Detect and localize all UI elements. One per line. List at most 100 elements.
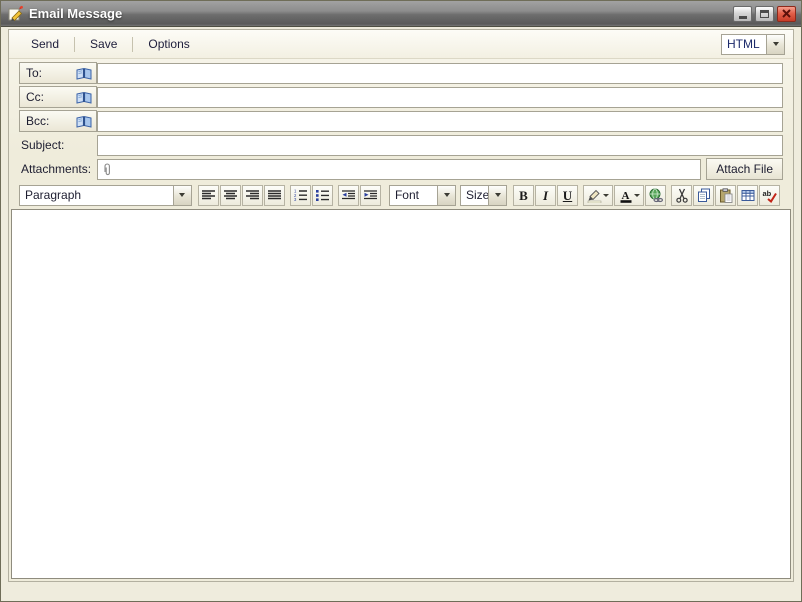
justify-icon — [268, 190, 281, 201]
close-button[interactable] — [777, 6, 796, 22]
font-select[interactable]: Font — [389, 185, 456, 206]
formatting-toolbar: Paragraph — [9, 182, 793, 208]
send-button[interactable]: Send — [19, 33, 71, 55]
outdent-button[interactable] — [338, 185, 359, 206]
chevron-down-icon[interactable] — [766, 35, 784, 54]
to-addressbook-button[interactable]: To: — [19, 62, 97, 84]
insert-link-globe-icon — [648, 188, 663, 203]
svg-text:ab: ab — [763, 189, 772, 198]
copy-icon — [697, 188, 711, 203]
insert-table-button[interactable] — [737, 185, 758, 206]
bcc-input[interactable] — [97, 111, 783, 132]
highlight-icon — [587, 188, 602, 203]
maximize-icon — [760, 10, 769, 18]
insert-link-button[interactable] — [645, 185, 666, 206]
bcc-row: Bcc: — [19, 110, 783, 132]
to-label: To: — [26, 66, 42, 80]
options-button[interactable]: Options — [136, 33, 201, 55]
maximize-button[interactable] — [755, 6, 774, 22]
paste-button[interactable] — [715, 185, 736, 206]
to-row: To: — [19, 62, 783, 84]
minimize-button[interactable] — [733, 6, 752, 22]
attachments-label: Attachments: — [19, 162, 97, 176]
paragraph-style-select[interactable]: Paragraph — [19, 185, 192, 206]
indent-group — [338, 185, 381, 206]
subject-row: Subject: — [19, 134, 783, 156]
bold-icon: B — [519, 189, 528, 202]
font-color-button[interactable]: A — [614, 185, 644, 206]
attachments-input[interactable] — [97, 159, 701, 180]
list-group: 1 2 3 — [290, 185, 333, 206]
cc-row: Cc: — [19, 86, 783, 108]
address-book-icon — [76, 115, 92, 128]
paste-clipboard-icon — [719, 188, 733, 203]
subject-input[interactable] — [97, 135, 783, 156]
copy-button[interactable] — [693, 185, 714, 206]
italic-icon: I — [543, 189, 548, 202]
client-area: Send Save Options HTML To: — [8, 29, 794, 582]
cc-input[interactable] — [97, 87, 783, 108]
address-book-icon — [76, 91, 92, 104]
numbered-list-icon: 1 2 3 — [294, 189, 307, 201]
attach-file-button[interactable]: Attach File — [706, 158, 783, 180]
align-right-button[interactable] — [242, 185, 263, 206]
table-icon — [741, 189, 755, 202]
toolbar-separator — [74, 37, 75, 52]
minimize-icon — [739, 16, 747, 19]
chevron-down-icon — [634, 194, 640, 197]
bullet-list-button[interactable] — [312, 185, 333, 206]
close-icon — [782, 9, 791, 18]
email-message-window: Email Message Send Save Options HTML — [0, 0, 802, 602]
font-size-value: Size — [461, 188, 488, 202]
bold-button[interactable]: B — [513, 185, 534, 206]
save-button[interactable]: Save — [78, 33, 129, 55]
address-book-icon — [76, 67, 92, 80]
bcc-label: Bcc: — [26, 114, 49, 128]
font-select-value: Font — [390, 188, 437, 202]
chevron-down-icon — [603, 194, 609, 197]
highlight-color-button[interactable] — [583, 185, 613, 206]
alignment-group — [198, 185, 285, 206]
paragraph-style-value: Paragraph — [20, 188, 173, 202]
titlebar[interactable]: Email Message — [1, 1, 801, 27]
bcc-addressbook-button[interactable]: Bcc: — [19, 110, 97, 132]
style-group: B I U — [513, 185, 578, 206]
align-left-icon — [202, 190, 215, 201]
italic-button[interactable]: I — [535, 185, 556, 206]
main-toolbar: Send Save Options HTML — [9, 30, 793, 59]
outdent-icon — [342, 190, 355, 201]
spell-check-icon: ab — [762, 188, 777, 203]
chevron-down-icon[interactable] — [437, 186, 455, 205]
cc-addressbook-button[interactable]: Cc: — [19, 86, 97, 108]
toolbar-separator — [132, 37, 133, 52]
message-body-editor[interactable] — [11, 209, 791, 579]
chevron-down-icon[interactable] — [173, 186, 191, 205]
attachments-row: Attachments: Attach File — [19, 158, 783, 180]
format-select[interactable]: HTML — [721, 34, 785, 55]
window-controls — [733, 6, 796, 22]
paperclip-icon — [102, 163, 113, 177]
font-size-select[interactable]: Size — [460, 185, 507, 206]
align-center-button[interactable] — [220, 185, 241, 206]
to-input[interactable] — [97, 63, 783, 84]
header-fields: To: Cc: — [9, 59, 793, 182]
chevron-down-icon[interactable] — [488, 186, 506, 205]
window-title: Email Message — [29, 6, 733, 21]
clipboard-group: ab — [671, 185, 780, 206]
cc-label: Cc: — [26, 90, 44, 104]
cut-button[interactable] — [671, 185, 692, 206]
justify-button[interactable] — [264, 185, 285, 206]
font-color-icon: A — [619, 188, 633, 203]
spell-check-button[interactable]: ab — [759, 185, 780, 206]
align-center-icon — [224, 190, 237, 201]
indent-icon — [364, 190, 377, 201]
color-group: A — [583, 185, 666, 206]
numbered-list-button[interactable]: 1 2 3 — [290, 185, 311, 206]
compose-pencil-icon — [7, 5, 24, 22]
indent-button[interactable] — [360, 185, 381, 206]
bullet-list-icon — [316, 189, 329, 201]
underline-button[interactable]: U — [557, 185, 578, 206]
underline-icon: U — [563, 189, 572, 202]
svg-text:3: 3 — [294, 197, 297, 201]
align-left-button[interactable] — [198, 185, 219, 206]
